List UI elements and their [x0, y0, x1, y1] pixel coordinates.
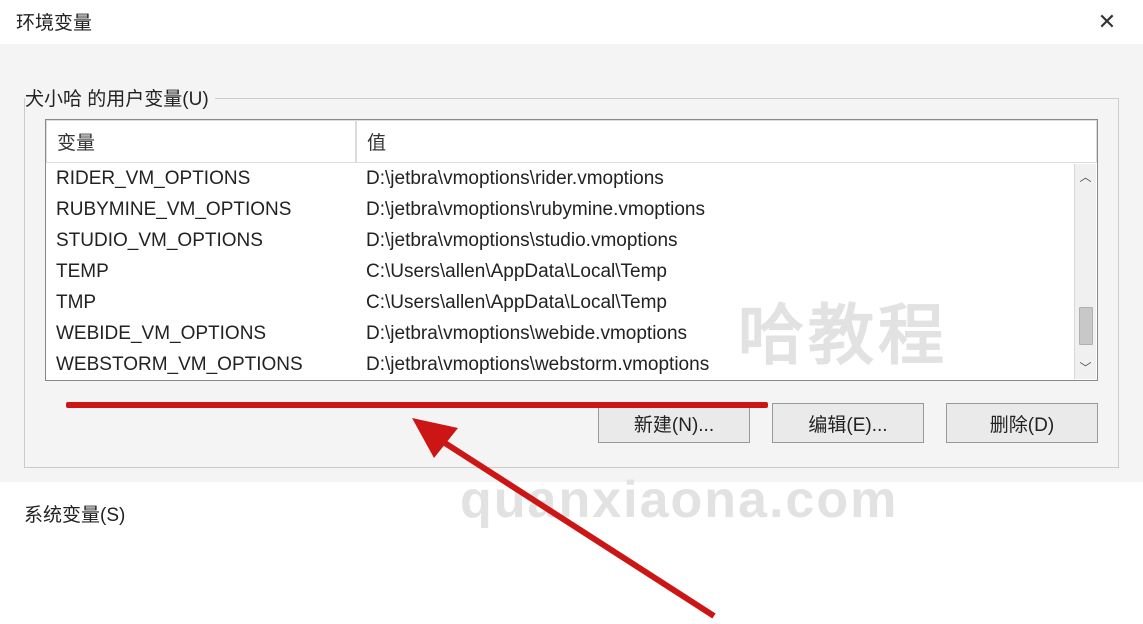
- table-header: 变量 值: [46, 120, 1097, 163]
- cell-value: D:\jetbra\vmoptions\rider.vmoptions: [356, 163, 1073, 194]
- cell-name: RIDER_VM_OPTIONS: [46, 163, 356, 194]
- delete-button[interactable]: 删除(D): [946, 403, 1098, 443]
- table-row[interactable]: WEBIDE_VM_OPTIONS D:\jetbra\vmoptions\we…: [46, 318, 1073, 349]
- system-vars-label: 系统变量(S): [24, 500, 1143, 527]
- scroll-down-icon[interactable]: ﹀: [1075, 355, 1096, 379]
- cell-value: D:\jetbra\vmoptions\rubymine.vmoptions: [356, 194, 1073, 225]
- edit-button[interactable]: 编辑(E)...: [772, 403, 924, 443]
- cell-name: TEMP: [46, 256, 356, 287]
- table-row[interactable]: TEMP C:\Users\allen\AppData\Local\Temp: [46, 256, 1073, 287]
- cell-name: RUBYMINE_VM_OPTIONS: [46, 194, 356, 225]
- close-icon[interactable]: ✕: [1087, 4, 1127, 40]
- table-row[interactable]: RUBYMINE_VM_OPTIONS D:\jetbra\vmoptions\…: [46, 194, 1073, 225]
- new-button[interactable]: 新建(N)...: [598, 403, 750, 443]
- cell-value: C:\Users\allen\AppData\Local\Temp: [356, 256, 1073, 287]
- user-vars-list[interactable]: 变量 值 RIDER_VM_OPTIONS D:\jetbra\vmoption…: [45, 119, 1098, 381]
- cell-name: STUDIO_VM_OPTIONS: [46, 225, 356, 256]
- cell-value: C:\Users\allen\AppData\Local\Temp: [356, 287, 1073, 318]
- cell-value: D:\jetbra\vmoptions\webide.vmoptions: [356, 318, 1073, 349]
- col-header-value[interactable]: 值: [356, 120, 1097, 163]
- cell-value: D:\jetbra\vmoptions\studio.vmoptions: [356, 225, 1073, 256]
- cell-name: TMP: [46, 287, 356, 318]
- cell-name: WEBSTORM_VM_OPTIONS: [46, 349, 356, 380]
- table-row[interactable]: WEBSTORM_VM_OPTIONS D:\jetbra\vmoptions\…: [46, 349, 1073, 380]
- title-bar: 环境变量 ✕: [0, 0, 1143, 44]
- table-body: RIDER_VM_OPTIONS D:\jetbra\vmoptions\rid…: [46, 163, 1097, 380]
- user-vars-label: 犬小哈 的用户变量(U): [25, 84, 215, 111]
- user-vars-group: 犬小哈 的用户变量(U) 变量 值 RIDER_VM_OPTIONS D:\je…: [24, 98, 1119, 468]
- dialog-content: 犬小哈 的用户变量(U) 变量 值 RIDER_VM_OPTIONS D:\je…: [0, 44, 1143, 482]
- scrollbar[interactable]: ︿ ﹀: [1074, 164, 1096, 379]
- cell-name: WEBIDE_VM_OPTIONS: [46, 318, 356, 349]
- scroll-thumb[interactable]: [1079, 307, 1093, 345]
- table-row[interactable]: STUDIO_VM_OPTIONS D:\jetbra\vmoptions\st…: [46, 225, 1073, 256]
- table-row[interactable]: TMP C:\Users\allen\AppData\Local\Temp: [46, 287, 1073, 318]
- col-header-name[interactable]: 变量: [46, 120, 356, 163]
- window-title: 环境变量: [16, 8, 92, 35]
- table-row[interactable]: RIDER_VM_OPTIONS D:\jetbra\vmoptions\rid…: [46, 163, 1073, 194]
- button-row: 新建(N)... 编辑(E)... 删除(D): [45, 403, 1098, 443]
- cell-value: D:\jetbra\vmoptions\webstorm.vmoptions: [356, 349, 1073, 380]
- scroll-up-icon[interactable]: ︿: [1075, 164, 1096, 188]
